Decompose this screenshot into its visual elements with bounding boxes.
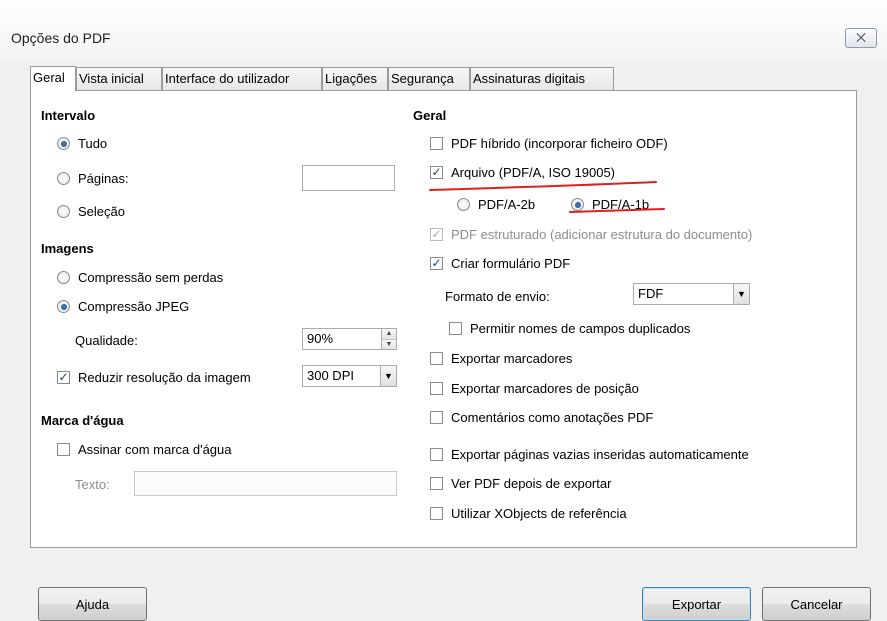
export-empty-pages-checkbox[interactable]: Exportar páginas vazias inseridas automa… bbox=[430, 447, 749, 462]
chevron-down-icon: ▼ bbox=[733, 284, 749, 304]
checkbox-empty-icon bbox=[430, 507, 443, 520]
tab-digital-signatures[interactable]: Assinaturas digitais bbox=[470, 67, 614, 90]
submit-format-label: Formato de envio: bbox=[445, 289, 550, 304]
tab-links[interactable]: Ligações bbox=[322, 67, 388, 90]
dialog-title: Opções do PDF bbox=[11, 30, 111, 46]
reduce-resolution-checkbox[interactable]: ✓ Reduzir resolução da imagem bbox=[57, 370, 251, 385]
watermark-section-title: Marca d'água bbox=[41, 413, 124, 428]
reference-xobjects-checkbox[interactable]: Utilizar XObjects de referência bbox=[430, 506, 627, 521]
help-button[interactable]: Ajuda bbox=[38, 587, 147, 621]
create-form-checkbox[interactable]: ✓ Criar formulário PDF bbox=[430, 256, 570, 271]
range-section-title: Intervalo bbox=[41, 108, 96, 123]
range-pages-radio[interactable]: Páginas: bbox=[57, 171, 129, 186]
sign-watermark-checkbox[interactable]: Assinar com marca d'água bbox=[57, 442, 232, 457]
comments-annotations-checkbox[interactable]: Comentários como anotações PDF bbox=[430, 410, 653, 425]
checkbox-empty-icon bbox=[430, 477, 443, 490]
quality-label: Qualidade: bbox=[75, 333, 138, 348]
red-underline-annotation bbox=[429, 181, 665, 213]
images-section-title: Imagens bbox=[41, 241, 94, 256]
watermark-text-label: Texto: bbox=[75, 477, 110, 492]
range-selection-radio[interactable]: Seleção bbox=[57, 204, 125, 219]
checkbox-empty-icon bbox=[430, 411, 443, 424]
tab-general[interactable]: Geral bbox=[30, 66, 76, 91]
checkmark-icon: ✓ bbox=[430, 256, 443, 270]
spin-down-icon: ▼ bbox=[382, 339, 396, 349]
tagged-pdf-checkbox[interactable]: ✓ PDF estruturado (adicionar estrutura d… bbox=[430, 227, 752, 242]
radio-selected-icon bbox=[57, 300, 70, 313]
radio-selected-icon bbox=[57, 137, 70, 150]
checkbox-empty-icon bbox=[430, 382, 443, 395]
chevron-down-icon: ▼ bbox=[380, 366, 396, 386]
hybrid-pdf-checkbox[interactable]: PDF híbrido (incorporar ficheiro ODF) bbox=[430, 136, 668, 151]
checkbox-empty-icon bbox=[430, 448, 443, 461]
lossless-compression-radio[interactable]: Compressão sem perdas bbox=[57, 270, 223, 285]
export-button[interactable]: Exportar bbox=[642, 587, 751, 621]
radio-unselected-icon bbox=[57, 172, 70, 185]
submit-format-select[interactable]: FDF ▼ bbox=[633, 283, 750, 305]
radio-unselected-icon bbox=[57, 205, 70, 218]
tab-initial-view[interactable]: Vista inicial bbox=[76, 67, 162, 90]
watermark-text-input[interactable] bbox=[134, 471, 397, 496]
title-bar: Opções do PDF ⨉ bbox=[0, 0, 887, 60]
view-after-export-checkbox[interactable]: Ver PDF depois de exportar bbox=[430, 476, 611, 491]
checkbox-empty-icon bbox=[449, 322, 462, 335]
resolution-select[interactable]: 300 DPI ▼ bbox=[302, 365, 397, 387]
checkbox-empty-icon bbox=[57, 443, 70, 456]
spin-up-icon: ▲ bbox=[382, 329, 396, 339]
checkmark-icon: ✓ bbox=[57, 370, 70, 384]
checkbox-empty-icon bbox=[430, 352, 443, 365]
range-all-radio[interactable]: Tudo bbox=[57, 136, 107, 151]
allow-duplicate-names-checkbox[interactable]: Permitir nomes de campos duplicados bbox=[449, 321, 690, 336]
pages-input[interactable] bbox=[302, 165, 395, 191]
general-section-title: Geral bbox=[413, 108, 447, 123]
quality-spin-buttons[interactable]: ▲ ▼ bbox=[381, 329, 396, 349]
tab-security[interactable]: Segurança bbox=[388, 67, 470, 90]
export-bookmarks-checkbox[interactable]: Exportar marcadores bbox=[430, 351, 572, 366]
close-button[interactable]: ⨉ bbox=[845, 28, 877, 48]
radio-unselected-icon bbox=[57, 271, 70, 284]
close-icon: ⨉ bbox=[856, 30, 866, 45]
quality-spinbox[interactable]: 90% ▲ ▼ bbox=[302, 328, 397, 350]
cancel-button[interactable]: Cancelar bbox=[762, 587, 871, 621]
checkbox-empty-icon bbox=[430, 137, 443, 150]
jpeg-compression-radio[interactable]: Compressão JPEG bbox=[57, 299, 189, 314]
tab-user-interface[interactable]: Interface do utilizador bbox=[162, 67, 322, 90]
export-placeholders-checkbox[interactable]: Exportar marcadores de posição bbox=[430, 381, 639, 396]
pdf-options-dialog: Opções do PDF ⨉ Geral Vista inicial Inte… bbox=[0, 0, 887, 621]
checkmark-icon: ✓ bbox=[430, 227, 443, 241]
